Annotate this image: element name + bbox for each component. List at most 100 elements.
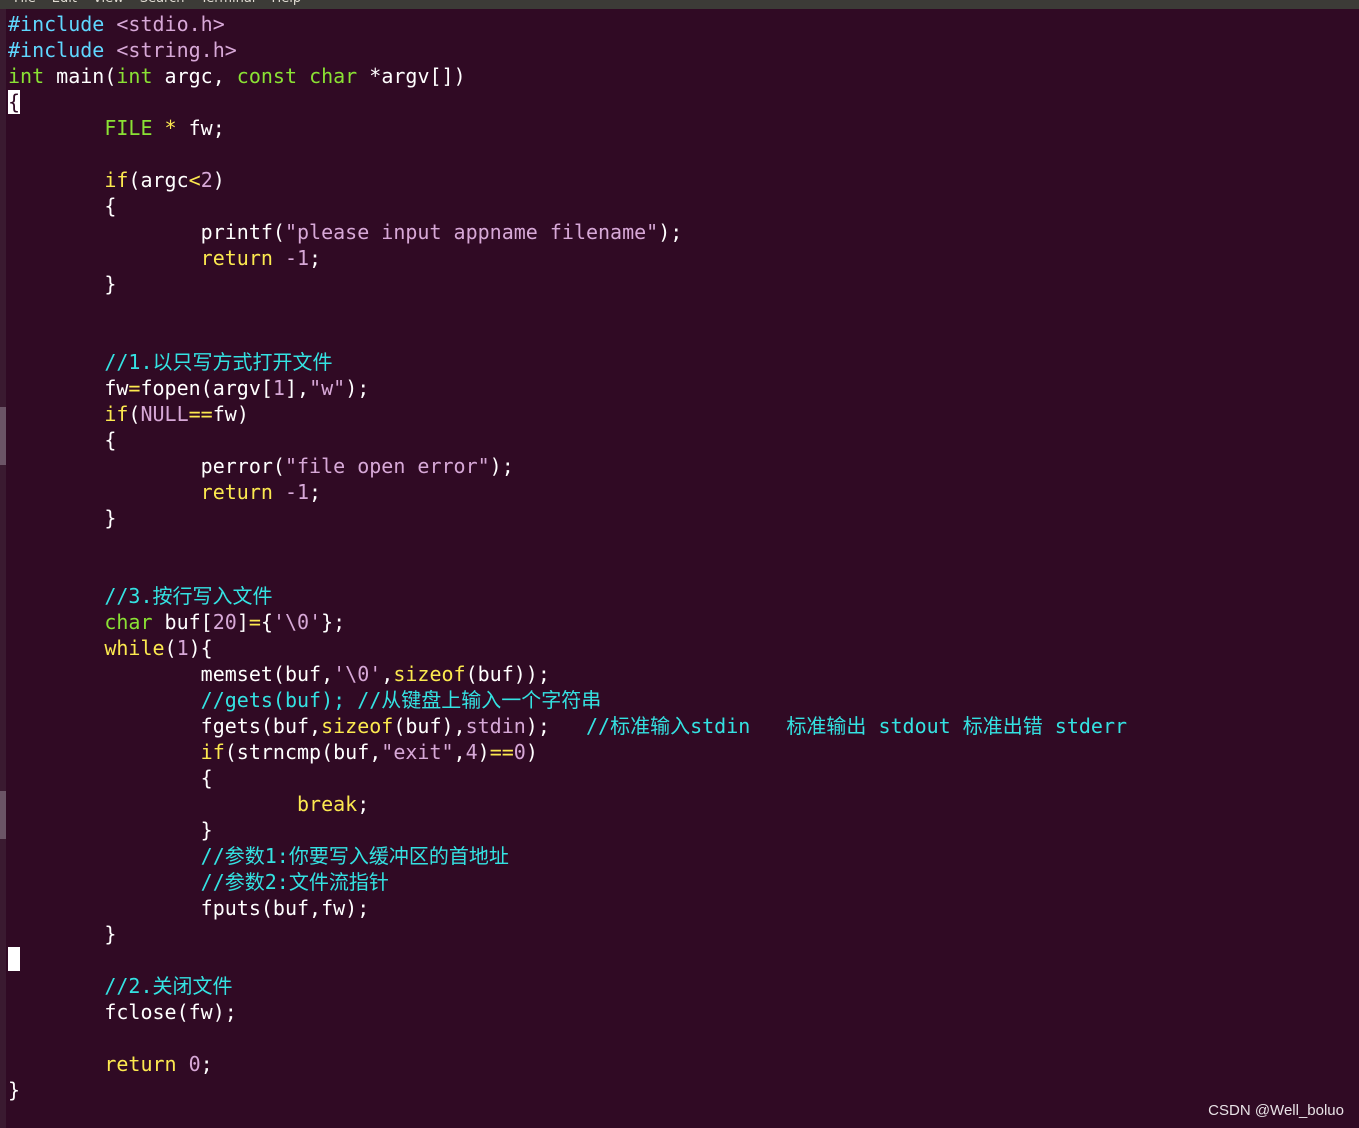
code-token: while: [104, 636, 165, 660]
code-line: #include <stdio.h>: [8, 11, 1127, 37]
code-token: int: [116, 64, 153, 88]
code-token: //参数1:你要写入缓冲区的首地址: [200, 844, 509, 868]
code-token: (argc: [128, 168, 189, 192]
code-line: }: [8, 921, 1127, 947]
code-editor[interactable]: #include <stdio.h> #include <string.h> int…: [8, 11, 1127, 1103]
menu-item-view[interactable]: View: [93, 0, 124, 6]
code-token: //标准输入stdin 标准输出 stdout 标准出错 stderr: [586, 714, 1128, 738]
text-cursor: [8, 947, 20, 971]
code-token: ): [525, 740, 538, 764]
code-token: FILE: [104, 116, 153, 140]
watermark: CSDN @Well_boluo: [1208, 1102, 1344, 1119]
code-token: ,: [453, 740, 466, 764]
code-token: }: [8, 818, 213, 842]
code-line: [8, 947, 1127, 973]
code-token: ;: [309, 246, 322, 270]
code-token: return: [200, 246, 273, 270]
code-line: }: [8, 817, 1127, 843]
code-token: <string.h>: [116, 38, 237, 62]
code-token: NULL: [140, 402, 189, 426]
scroll-mark[interactable]: [0, 407, 6, 465]
code-line: }: [8, 1077, 1127, 1103]
code-token: );: [658, 220, 683, 244]
code-token: 20: [212, 610, 237, 634]
code-token: =: [128, 376, 141, 400]
menu-item-file[interactable]: File: [14, 0, 36, 6]
left-scroll-edge[interactable]: [0, 9, 6, 1128]
code-token: argc,: [152, 64, 237, 88]
code-token: 0: [513, 740, 526, 764]
code-line: if(strncmp(buf,"exit",4)==0): [8, 739, 1127, 765]
code-token: #include: [8, 38, 117, 62]
code-line: fclose(fw);: [8, 999, 1127, 1025]
code-token: //2.关闭文件: [104, 974, 233, 998]
code-token: fopen(argv[: [140, 376, 273, 400]
code-token: ;: [200, 1052, 213, 1076]
code-line: return 0;: [8, 1051, 1127, 1077]
code-token: break: [296, 792, 358, 816]
code-token: perror(: [8, 454, 285, 478]
code-line: //参数1:你要写入缓冲区的首地址: [8, 843, 1127, 869]
code-line: while(1){: [8, 635, 1127, 661]
code-line: int main(int argc, const char *argv[]): [8, 63, 1127, 89]
code-line: memset(buf,'\0',sizeof(buf));: [8, 661, 1127, 687]
code-token: ==: [489, 740, 514, 764]
code-token: <stdio.h>: [116, 12, 225, 36]
code-token: #include: [8, 12, 117, 36]
code-line: }: [8, 505, 1127, 531]
menu-item-terminal[interactable]: Terminal: [200, 0, 255, 6]
code-token: );: [345, 376, 370, 400]
code-token: (buf));: [465, 662, 550, 686]
code-token: const: [236, 64, 298, 88]
menu-item-help[interactable]: Help: [271, 0, 301, 6]
code-token: "w": [309, 376, 346, 400]
code-token: //1.以只写方式打开文件: [104, 350, 333, 374]
code-token: <: [188, 168, 201, 192]
code-line: char buf[20]={'\0'};: [8, 609, 1127, 635]
code-token: fw;: [176, 116, 225, 140]
code-token: "please input appname filename": [284, 220, 659, 244]
code-line: {: [8, 193, 1127, 219]
terminal-window[interactable]: File Edit View Search Terminal Help #include …: [0, 0, 1359, 1128]
code-token: //参数2:文件流指针: [200, 870, 389, 894]
code-token: ;: [309, 480, 322, 504]
code-token: 0: [188, 1052, 201, 1076]
code-token: );: [489, 454, 514, 478]
code-line: perror("file open error");: [8, 453, 1127, 479]
code-token: '\0': [272, 610, 322, 634]
code-token: printf(: [8, 220, 285, 244]
code-token: fw: [8, 376, 129, 400]
code-token: buf[: [152, 610, 213, 634]
code-token: return: [200, 480, 273, 504]
code-line: //参数2:文件流指针: [8, 869, 1127, 895]
code-token: return: [104, 1052, 177, 1076]
code-token: fw): [212, 402, 249, 426]
menu-item-edit[interactable]: Edit: [52, 0, 77, 6]
code-token: ;: [357, 792, 370, 816]
menu-item-search[interactable]: Search: [140, 0, 185, 6]
scroll-mark[interactable]: [0, 791, 6, 839]
code-token: ): [477, 740, 490, 764]
code-token: (: [128, 402, 141, 426]
code-line: fw=fopen(argv[1],"w");: [8, 375, 1127, 401]
code-token: char: [104, 610, 153, 634]
code-line: }: [8, 271, 1127, 297]
code-line: if(NULL==fw): [8, 401, 1127, 427]
code-line: //2.关闭文件: [8, 973, 1127, 999]
code-token: if: [200, 740, 225, 764]
code-token: 1: [176, 636, 189, 660]
menu-items: File Edit View Search Terminal Help: [14, 0, 317, 6]
